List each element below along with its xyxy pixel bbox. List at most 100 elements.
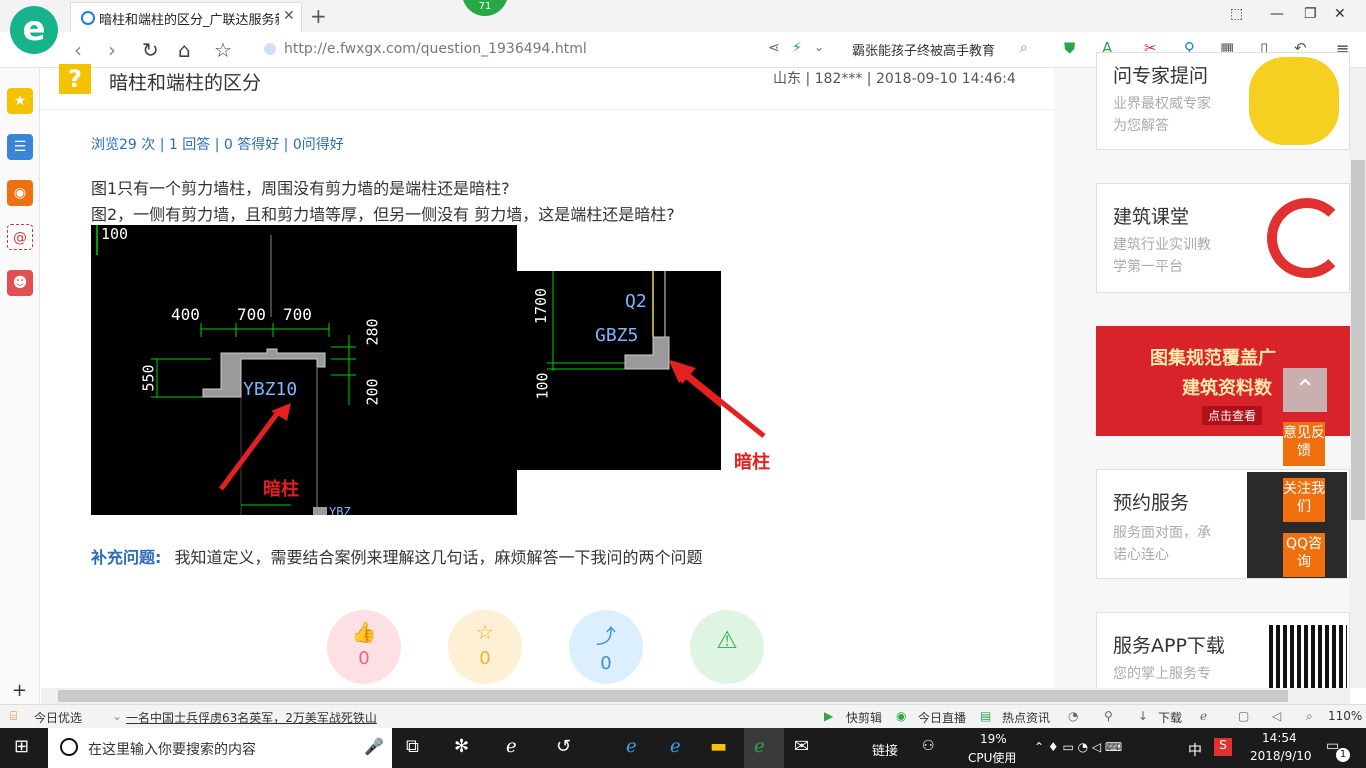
app-card-sub1: 您的掌上服务专 <box>1113 666 1211 682</box>
question-line-1: 图1只有一个剪力墙柱，周围没有剪力墙的是端柱还是暗柱? <box>91 179 510 198</box>
search-suggestion[interactable]: 霸张能孩子终被高手教育 <box>852 40 995 59</box>
hot-news[interactable]: 热点资讯 <box>1002 709 1050 726</box>
back-icon[interactable]: ‹ <box>74 38 82 62</box>
download-link[interactable]: 下载 <box>1158 709 1182 726</box>
download-icon: ↓ <box>1138 709 1149 723</box>
browser-logo-icon[interactable]: e <box>10 6 58 54</box>
sogou-icon[interactable]: S <box>1214 738 1232 756</box>
collect-button[interactable]: ☆ 0 <box>448 610 522 684</box>
ie-taskbar-icon[interactable]: ℯ <box>670 736 681 757</box>
new-tab-button[interactable]: + <box>310 4 327 28</box>
speed-icon[interactable]: ⚡ <box>792 40 802 56</box>
classroom-card[interactable]: 建筑课堂 建筑行业实训教 学第一平台 <box>1096 183 1350 293</box>
pinwheel-app-icon[interactable]: ✻ <box>454 736 469 757</box>
expert-card[interactable]: 问专家提问 业界最权威专家 为您解答 <box>1096 52 1350 150</box>
news-icon: ▤ <box>980 709 992 723</box>
vertical-scroll-thumb[interactable] <box>1351 160 1365 520</box>
dim-700-a: 700 <box>237 305 266 324</box>
maximize-button[interactable]: ❐ <box>1304 6 1317 22</box>
refresh-icon[interactable]: ↻ <box>142 38 159 62</box>
game-icon[interactable]: ☻ <box>7 270 33 296</box>
banner-line-1: 图集规范覆盖广 <box>1150 348 1276 369</box>
spiral-app-icon[interactable]: ↺ <box>556 736 571 757</box>
minimize-button[interactable]: — <box>1270 6 1284 22</box>
share-icon[interactable]: ⋖ <box>768 40 780 56</box>
close-window-button[interactable]: ✕ <box>1334 6 1346 22</box>
status-bar: ⌸ 今日优选 ⌄ 一名中国士兵俘虏63名英军，2万美军战死铁山 ▶ 快剪辑 ◉ … <box>0 704 1366 728</box>
sound-icon[interactable]: ◁ <box>1272 709 1281 723</box>
home-icon[interactable]: ⌂ <box>178 38 191 62</box>
today-picks[interactable]: 今日优选 <box>34 709 82 726</box>
browser-app-icon[interactable]: ℯ <box>506 736 517 757</box>
zoom-level[interactable]: 110% <box>1328 709 1362 723</box>
appointment-card-title: 预约服务 <box>1113 492 1190 514</box>
left-sidebar <box>0 68 40 704</box>
gift-icon[interactable]: ⌸ <box>10 709 17 724</box>
reader-icon[interactable]: ☰ <box>7 134 33 160</box>
back-to-top-button[interactable]: ⌃ <box>1283 368 1327 412</box>
mail-icon[interactable]: @ <box>7 224 33 250</box>
qq-consult-button[interactable]: QQ咨询 <box>1283 533 1325 577</box>
gbz5-label: GBZ5 <box>595 325 639 346</box>
people-icon[interactable]: ⚇ <box>922 738 935 754</box>
dim-280: 280 <box>363 318 382 346</box>
feedback-button[interactable]: 意见反馈 <box>1283 422 1325 466</box>
shield-icon[interactable]: ⛊ <box>1064 39 1075 57</box>
edge-icon[interactable]: ℯ <box>626 736 637 757</box>
browser-tab[interactable]: 暗柱和端柱的区分_广联达服务新 ✕ <box>70 2 302 32</box>
link-label[interactable]: 链接 <box>872 740 898 759</box>
today-live[interactable]: 今日直播 <box>918 709 966 726</box>
like-button[interactable]: 👍 0 <box>327 610 401 684</box>
dropdown-chevron-icon[interactable]: ⌄ <box>814 40 824 54</box>
pin-icon[interactable]: ⚲ <box>1104 709 1113 723</box>
app-download-card[interactable]: 服务APP下载 您的掌上服务专 <box>1096 612 1350 689</box>
share-button[interactable]: ⤴ 0 <box>569 610 643 684</box>
banner-button[interactable]: 点击查看 <box>1202 406 1263 425</box>
follow-button[interactable]: 关注我们 <box>1283 478 1325 522</box>
microphone-icon[interactable]: 🎤 <box>364 737 384 756</box>
ybz-partial-label: YBZ <box>329 505 351 515</box>
skin-icon[interactable]: ⬚ <box>1230 6 1243 22</box>
weibo-icon[interactable]: ◉ <box>7 180 33 206</box>
classroom-card-sub2: 学第一平台 <box>1113 259 1183 275</box>
file-explorer-icon[interactable]: ▬ <box>710 736 727 757</box>
dim-700-b: 700 <box>283 305 312 324</box>
expert-card-title: 问专家提问 <box>1113 65 1209 87</box>
news-ticker[interactable]: 一名中国士兵俘虏63名英军，2万美军战死铁山 <box>126 709 377 726</box>
browser360-icon[interactable]: ℯ <box>754 736 765 757</box>
quick-edit[interactable]: 快剪辑 <box>846 709 882 726</box>
clock-time[interactable]: 14:54 <box>1262 731 1297 745</box>
address-bar[interactable]: http://e.fwxgx.com/question_1936494.html <box>258 37 758 63</box>
ie-icon[interactable]: ℯ <box>1200 709 1207 723</box>
system-tray-icons[interactable]: ⌃ ♦ ▭ ◔ ◁ ⌨ <box>1034 740 1122 754</box>
mail-app-icon[interactable]: ✉ <box>794 736 809 757</box>
speedometer-icon[interactable]: ◔ <box>1068 709 1078 723</box>
favorites-icon[interactable]: ★ <box>7 88 33 114</box>
mascot-image <box>1249 57 1339 145</box>
clock-date[interactable]: 2018/9/10 <box>1250 749 1312 763</box>
url-text[interactable]: http://e.fwxgx.com/question_1936494.html <box>284 41 587 57</box>
tab-close-icon[interactable]: ✕ <box>283 8 295 24</box>
thumbs-up-icon: 👍 <box>351 620 377 644</box>
task-view-icon[interactable]: ⧉ <box>406 736 419 757</box>
search-icon[interactable]: ⌕ <box>1020 40 1028 56</box>
windows-start-icon[interactable]: ⊞ <box>14 736 29 757</box>
site-info-icon[interactable] <box>264 43 276 55</box>
dim-100-fig2: 100 <box>533 372 552 400</box>
supplement: 补充问题: 我知道定义，需要结合案例来理解这几句话，麻烦解答一下我问的两个问题 <box>91 544 703 568</box>
app-card-title: 服务APP下载 <box>1113 635 1225 657</box>
forward-icon[interactable]: › <box>108 38 116 62</box>
horizontal-scroll-thumb[interactable] <box>58 690 1288 702</box>
news-chevron-icon[interactable]: ⌄ <box>112 709 122 723</box>
arrow-fig2 <box>670 360 766 438</box>
add-sidebar-button[interactable]: + <box>12 680 27 701</box>
taskbar-search[interactable]: 在这里输入你要搜索的内容 🎤 <box>48 728 392 768</box>
zoom-icon[interactable]: ⌕ <box>1306 709 1313 724</box>
report-button[interactable]: ⚠ <box>690 610 764 684</box>
dim-200: 200 <box>363 378 382 406</box>
taskbar-search-text[interactable]: 在这里输入你要搜索的内容 <box>88 739 256 759</box>
window-icon[interactable]: ▢ <box>1238 709 1249 723</box>
favorite-star-icon[interactable]: ☆ <box>214 38 232 62</box>
question-stats[interactable]: 浏览29 次 | 1 回答 | 0 答得好 | 0问得好 <box>91 134 344 154</box>
input-language[interactable]: 中 <box>1188 740 1202 760</box>
